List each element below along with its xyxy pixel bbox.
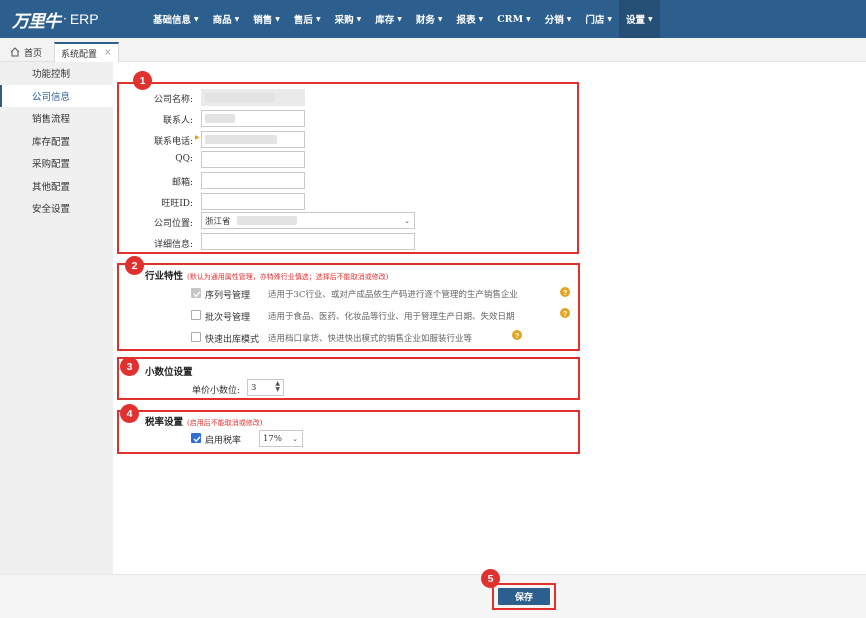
sidebar-item-sales-flow[interactable]: 销售流程 [0, 107, 113, 130]
logo-text: 万里牛 [12, 11, 61, 32]
menu-item-purchase[interactable]: 采购 ▼ [328, 0, 369, 38]
sidebar-item-purchase-config[interactable]: 采购配置 [0, 152, 113, 175]
enable-tax-label: 启用税率 [205, 436, 242, 446]
batch-number-checkbox[interactable] [191, 310, 201, 320]
home-icon [10, 47, 20, 57]
menu-item-inventory[interactable]: 库存 ▼ [368, 0, 409, 38]
step-badge-1: 1 [133, 71, 152, 90]
batch-number-label: 批次号管理 [205, 313, 251, 323]
menu-item-crm[interactable]: CRM ▼ [490, 0, 538, 38]
company-name-input[interactable] [201, 89, 305, 106]
enable-tax-checkbox[interactable] [191, 433, 201, 443]
location-select[interactable]: 浙江省 ⌄ [201, 212, 415, 229]
qq-input[interactable] [201, 151, 305, 168]
chevron-down-icon: ⌄ [292, 434, 298, 443]
sidebar-item-inventory-config[interactable]: 库存配置 [0, 130, 113, 153]
tab-system-config[interactable]: 系统配置 × [54, 42, 119, 62]
caret-down-icon: ▼ [437, 15, 443, 23]
step-badge-2: 2 [125, 256, 144, 275]
help-icon[interactable]: ? [512, 330, 522, 340]
wangwang-label: 旺旺ID: [161, 199, 193, 209]
detail-input[interactable] [201, 233, 415, 250]
phone-label: 联系电话: [153, 137, 193, 147]
caret-down-icon: ▼ [275, 15, 280, 23]
decimal-title: 小数位设置 [145, 367, 193, 378]
caret-down-icon: ▼ [315, 15, 321, 23]
unit-price-decimal-stepper[interactable]: 3 ▲ ▼ [247, 379, 284, 396]
sidebar-item-function-control[interactable]: 功能控制 [0, 62, 113, 85]
caret-down-icon: ▼ [478, 15, 484, 23]
close-icon[interactable]: × [104, 48, 112, 58]
detail-label: 详细信息: [153, 240, 193, 250]
menu-item-distribution[interactable]: 分销 ▼ [538, 0, 579, 38]
qq-label: QQ: [175, 154, 193, 164]
unit-price-decimal-value: 3 [251, 382, 257, 393]
industry-note: (默认为通用属性管理，亦特殊行业慎选；选择后不能取消或修改) [187, 273, 389, 281]
caret-down-icon: ▼ [356, 15, 362, 23]
caret-down-icon: ▼ [607, 15, 613, 23]
tab-home[interactable]: 首页 [4, 42, 48, 62]
email-label: 邮箱: [171, 178, 193, 188]
step-badge-3: 3 [120, 357, 139, 376]
contact-input[interactable] [201, 110, 305, 127]
step-badge-4: 4 [120, 404, 139, 423]
sidebar: 功能控制 公司信息 销售流程 库存配置 采购配置 其他配置 安全设置 [0, 62, 113, 574]
check-icon [193, 436, 201, 443]
serial-number-desc: 适用于3C行业、或对产成品依生产码进行逐个管理的生产销售企业 [268, 290, 518, 300]
sidebar-item-security[interactable]: 安全设置 [0, 197, 113, 220]
help-icon[interactable]: ? [560, 308, 570, 318]
caret-down-icon: ▼ [526, 15, 531, 23]
tax-title: 税率设置 (启用后不能取消或修改) [145, 417, 263, 428]
help-icon[interactable]: ? [560, 287, 570, 297]
chevron-down-icon: ⌄ [404, 216, 410, 225]
menu-item-sales[interactable]: 销售 ▼ [246, 0, 287, 38]
unit-price-decimal-label: 单价小数位: [191, 386, 240, 396]
menu-item-after-sales[interactable]: 售后 ▼ [287, 0, 328, 38]
sidebar-item-other-config[interactable]: 其他配置 [0, 175, 113, 198]
caret-down-icon: ▼ [194, 15, 199, 23]
logo-suffix: ERP [69, 11, 99, 27]
menu-item-settings[interactable]: 设置 ▼ [619, 0, 660, 38]
caret-down-icon: ▼ [566, 15, 572, 23]
industry-title: 行业特性 (默认为通用属性管理，亦特殊行业慎选；选择后不能取消或修改) [145, 271, 389, 282]
email-input[interactable] [201, 172, 305, 189]
step-badge-5: 5 [481, 569, 500, 588]
tax-rate-value: 17% [263, 433, 282, 444]
menu-item-basic-info[interactable]: 基础信息 ▼ [146, 0, 206, 38]
top-navbar: 万里牛 · ERP 基础信息 ▼ 商品 ▼ 销售 ▼ 售后 ▼ 采购 ▼ 库存 ▼ 财务 ▼ … [0, 0, 866, 38]
caret-down-icon: ▼ [234, 15, 240, 23]
location-label: 公司位置: [153, 219, 193, 229]
main-menu: 基础信息 ▼ 商品 ▼ 销售 ▼ 售后 ▼ 采购 ▼ 库存 ▼ 财务 ▼ 报表 ▼ CRM ▼ 分… [146, 0, 660, 38]
batch-number-desc: 适用于食品、医药、化妆品等行业、用于管理生产日期、失效日期 [268, 312, 515, 322]
save-button[interactable]: 保存 [498, 588, 550, 605]
wangwang-input[interactable] [201, 193, 305, 210]
caret-down-icon: ▼ [648, 15, 653, 23]
menu-item-products[interactable]: 商品 ▼ [206, 0, 247, 38]
footer-bar [0, 574, 866, 618]
serial-number-label: 序列号管理 [205, 291, 251, 301]
check-icon [193, 291, 201, 298]
serial-number-checkbox[interactable] [191, 288, 201, 298]
required-marker: ▶ [195, 134, 200, 141]
location-value: 浙江省 [205, 216, 231, 227]
logo[interactable]: 万里牛 · ERP [12, 8, 99, 32]
tabs-bar: 首页 系统配置 × [0, 38, 866, 62]
contact-label: 联系人: [162, 116, 193, 126]
sidebar-item-company-info[interactable]: 公司信息 [0, 84, 113, 107]
tax-note: (启用后不能取消或修改) [187, 419, 263, 427]
tax-rate-select[interactable]: 17% ⌄ [259, 430, 303, 447]
caret-down-icon: ▼ [397, 15, 402, 23]
company-name-label: 公司名称: [153, 95, 193, 105]
quick-outbound-label: 快速出库模式 [205, 335, 260, 345]
quick-outbound-checkbox[interactable] [191, 332, 201, 342]
menu-item-finance[interactable]: 财务 ▼ [409, 0, 450, 38]
phone-input[interactable] [201, 131, 305, 148]
quick-outbound-desc: 适用档口拿货、快进快出模式的销售企业如服装行业等 [268, 334, 473, 344]
stepper-arrows-icon[interactable]: ▲ ▼ [275, 381, 280, 393]
menu-item-reports[interactable]: 报表 ▼ [449, 0, 490, 38]
menu-item-stores[interactable]: 门店 ▼ [578, 0, 619, 38]
